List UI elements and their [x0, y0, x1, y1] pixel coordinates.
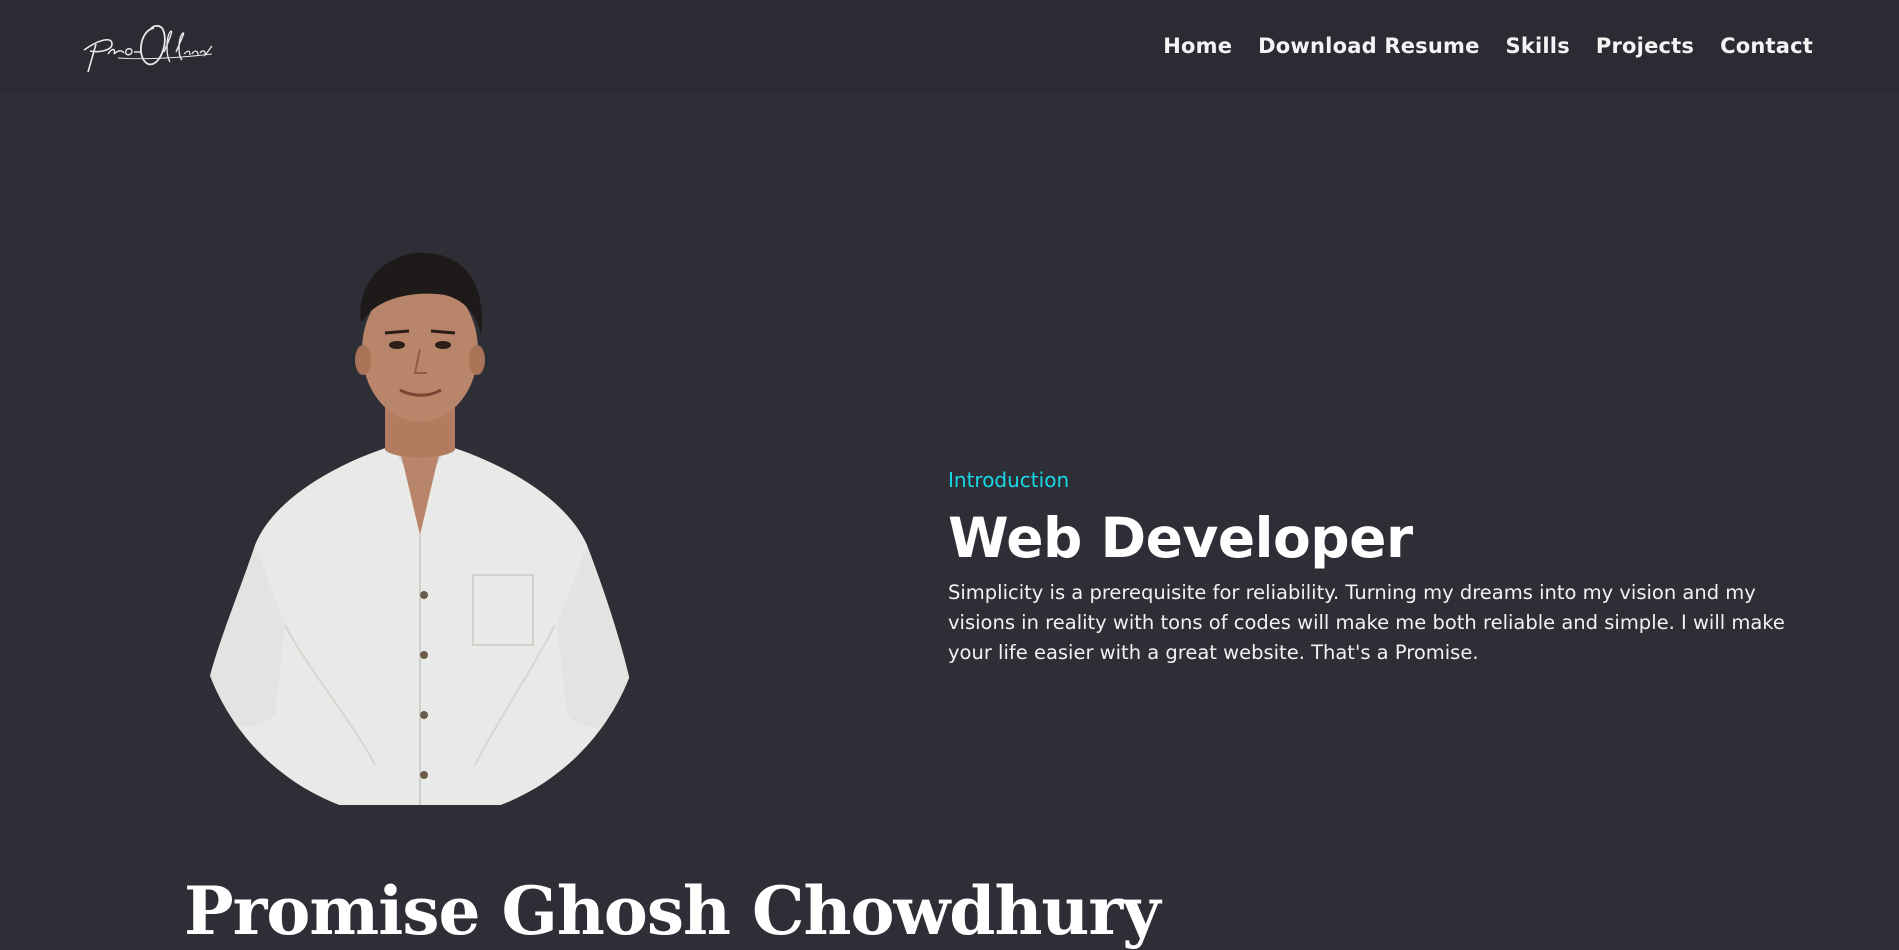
nav-home[interactable]: Home: [1163, 34, 1232, 58]
intro-label: Introduction: [948, 468, 1070, 492]
nav-download-resume[interactable]: Download Resume: [1258, 34, 1479, 58]
intro-title: Web Developer: [948, 506, 1413, 570]
nav-contact[interactable]: Contact: [1720, 34, 1813, 58]
navbar: Home Download Resume Skills Projects Con…: [0, 0, 1899, 94]
nav-skills[interactable]: Skills: [1506, 34, 1570, 58]
nav-projects[interactable]: Projects: [1596, 34, 1694, 58]
nav-menu: Home Download Resume Skills Projects Con…: [1163, 34, 1813, 58]
person-name: Promise Ghosh Chowdhury: [184, 872, 1161, 950]
site-logo[interactable]: [78, 18, 218, 74]
signature-logo-icon: [83, 24, 213, 73]
person-portrait-icon: [204, 252, 635, 805]
profile-photo: [195, 245, 645, 825]
intro-section: Introduction Web Developer Simplicity is…: [948, 468, 1828, 668]
intro-description: Simplicity is a prerequisite for reliabi…: [948, 581, 1785, 664]
